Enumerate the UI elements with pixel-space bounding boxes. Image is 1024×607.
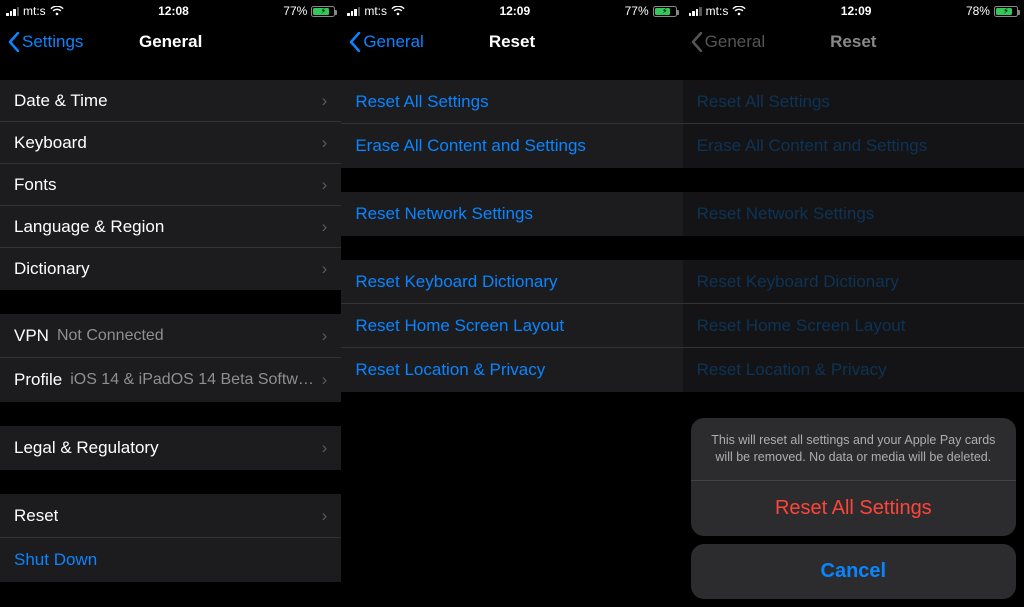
status-bar: mt:s 12:09 77% ⚡︎ (341, 0, 682, 20)
row-fonts[interactable]: Fonts› (0, 164, 341, 206)
row-reset-network-settings[interactable]: Reset Network Settings (341, 192, 682, 236)
back-label: General (705, 32, 765, 52)
row-reset-location-privacy[interactable]: Reset Location & Privacy (341, 348, 682, 392)
row-legal-regulatory[interactable]: Legal & Regulatory› (0, 426, 341, 470)
clock-label: 12:08 (158, 4, 189, 18)
chevron-right-icon: › (322, 438, 328, 458)
battery-pct-label: 78% (966, 4, 990, 18)
screen-reset-confirm: mt:s 12:09 78% ⚡︎ General Reset Reset Al… (683, 0, 1024, 607)
cellular-signal-icon (347, 6, 360, 16)
chevron-right-icon: › (322, 175, 328, 195)
status-bar: mt:s 12:08 77% ⚡︎ (0, 0, 341, 20)
battery-pct-label: 77% (283, 4, 307, 18)
chevron-right-icon: › (322, 326, 328, 346)
nav-bar: General Reset (683, 20, 1024, 64)
back-button[interactable]: General (349, 32, 423, 52)
page-title: General (139, 32, 202, 52)
row-shut-down[interactable]: Shut Down (0, 538, 341, 582)
group: VPNNot Connected› ProfileiOS 14 & iPadOS… (0, 314, 341, 402)
row-value: iOS 14 & iPadOS 14 Beta Softwar… (70, 371, 315, 389)
row-value: Not Connected (57, 327, 316, 345)
wifi-icon (391, 6, 405, 16)
row-keyboard[interactable]: Keyboard› (0, 122, 341, 164)
group: Reset Network Settings (683, 192, 1024, 236)
back-label: Settings (22, 32, 83, 52)
cancel-button[interactable]: Cancel (691, 544, 1016, 599)
row-reset[interactable]: Reset› (0, 494, 341, 538)
back-label: General (363, 32, 423, 52)
chevron-right-icon: › (322, 133, 328, 153)
chevron-right-icon: › (322, 370, 328, 390)
page-title: Reset (830, 32, 876, 52)
group: Reset› Shut Down (0, 494, 341, 582)
chevron-left-icon (691, 32, 703, 52)
battery-icon: ⚡︎ (994, 6, 1018, 17)
row-erase-all-content: Erase All Content and Settings (683, 124, 1024, 168)
clock-label: 12:09 (499, 4, 530, 18)
wifi-icon (732, 6, 746, 16)
action-sheet-body: This will reset all settings and your Ap… (691, 418, 1016, 536)
row-reset-network-settings: Reset Network Settings (683, 192, 1024, 236)
group: Reset Keyboard Dictionary Reset Home Scr… (683, 260, 1024, 392)
cellular-signal-icon (6, 6, 19, 16)
carrier-label: mt:s (23, 4, 46, 18)
page-title: Reset (489, 32, 535, 52)
row-reset-home-screen-layout[interactable]: Reset Home Screen Layout (341, 304, 682, 348)
content: Reset All Settings Erase All Content and… (341, 64, 682, 607)
chevron-left-icon (349, 32, 361, 52)
row-reset-all-settings: Reset All Settings (683, 80, 1024, 124)
chevron-right-icon: › (322, 217, 328, 237)
screen-general: mt:s 12:08 77% ⚡︎ Settings General Date … (0, 0, 341, 607)
row-dictionary[interactable]: Dictionary› (0, 248, 341, 290)
back-button: General (691, 32, 765, 52)
group: Reset All Settings Erase All Content and… (341, 80, 682, 168)
row-profile[interactable]: ProfileiOS 14 & iPadOS 14 Beta Softwar…› (0, 358, 341, 402)
screen-reset: mt:s 12:09 77% ⚡︎ General Reset Reset Al… (341, 0, 682, 607)
content: Date & Time› Keyboard› Fonts› Language &… (0, 64, 341, 607)
status-bar: mt:s 12:09 78% ⚡︎ (683, 0, 1024, 20)
group: Reset Network Settings (341, 192, 682, 236)
cellular-signal-icon (689, 6, 702, 16)
group: Reset Keyboard Dictionary Reset Home Scr… (341, 260, 682, 392)
group: Reset All Settings Erase All Content and… (683, 80, 1024, 168)
row-date-time[interactable]: Date & Time› (0, 80, 341, 122)
row-vpn[interactable]: VPNNot Connected› (0, 314, 341, 358)
nav-bar: General Reset (341, 20, 682, 64)
battery-icon: ⚡︎ (311, 6, 335, 17)
action-sheet: This will reset all settings and your Ap… (691, 418, 1016, 599)
row-reset-keyboard-dictionary: Reset Keyboard Dictionary (683, 260, 1024, 304)
group: Date & Time› Keyboard› Fonts› Language &… (0, 80, 341, 290)
row-language-region[interactable]: Language & Region› (0, 206, 341, 248)
row-erase-all-content[interactable]: Erase All Content and Settings (341, 124, 682, 168)
battery-icon: ⚡︎ (653, 6, 677, 17)
group: Legal & Regulatory› (0, 426, 341, 470)
row-reset-home-screen-layout: Reset Home Screen Layout (683, 304, 1024, 348)
row-reset-location-privacy: Reset Location & Privacy (683, 348, 1024, 392)
carrier-label: mt:s (706, 4, 729, 18)
nav-bar: Settings General (0, 20, 341, 64)
back-button[interactable]: Settings (8, 32, 83, 52)
chevron-right-icon: › (322, 259, 328, 279)
wifi-icon (50, 6, 64, 16)
battery-pct-label: 77% (625, 4, 649, 18)
row-reset-keyboard-dictionary[interactable]: Reset Keyboard Dictionary (341, 260, 682, 304)
chevron-left-icon (8, 32, 20, 52)
chevron-right-icon: › (322, 91, 328, 111)
chevron-right-icon: › (322, 506, 328, 526)
reset-all-settings-button[interactable]: Reset All Settings (691, 481, 1016, 536)
action-sheet-message: This will reset all settings and your Ap… (691, 418, 1016, 481)
clock-label: 12:09 (841, 4, 872, 18)
carrier-label: mt:s (364, 4, 387, 18)
row-reset-all-settings[interactable]: Reset All Settings (341, 80, 682, 124)
